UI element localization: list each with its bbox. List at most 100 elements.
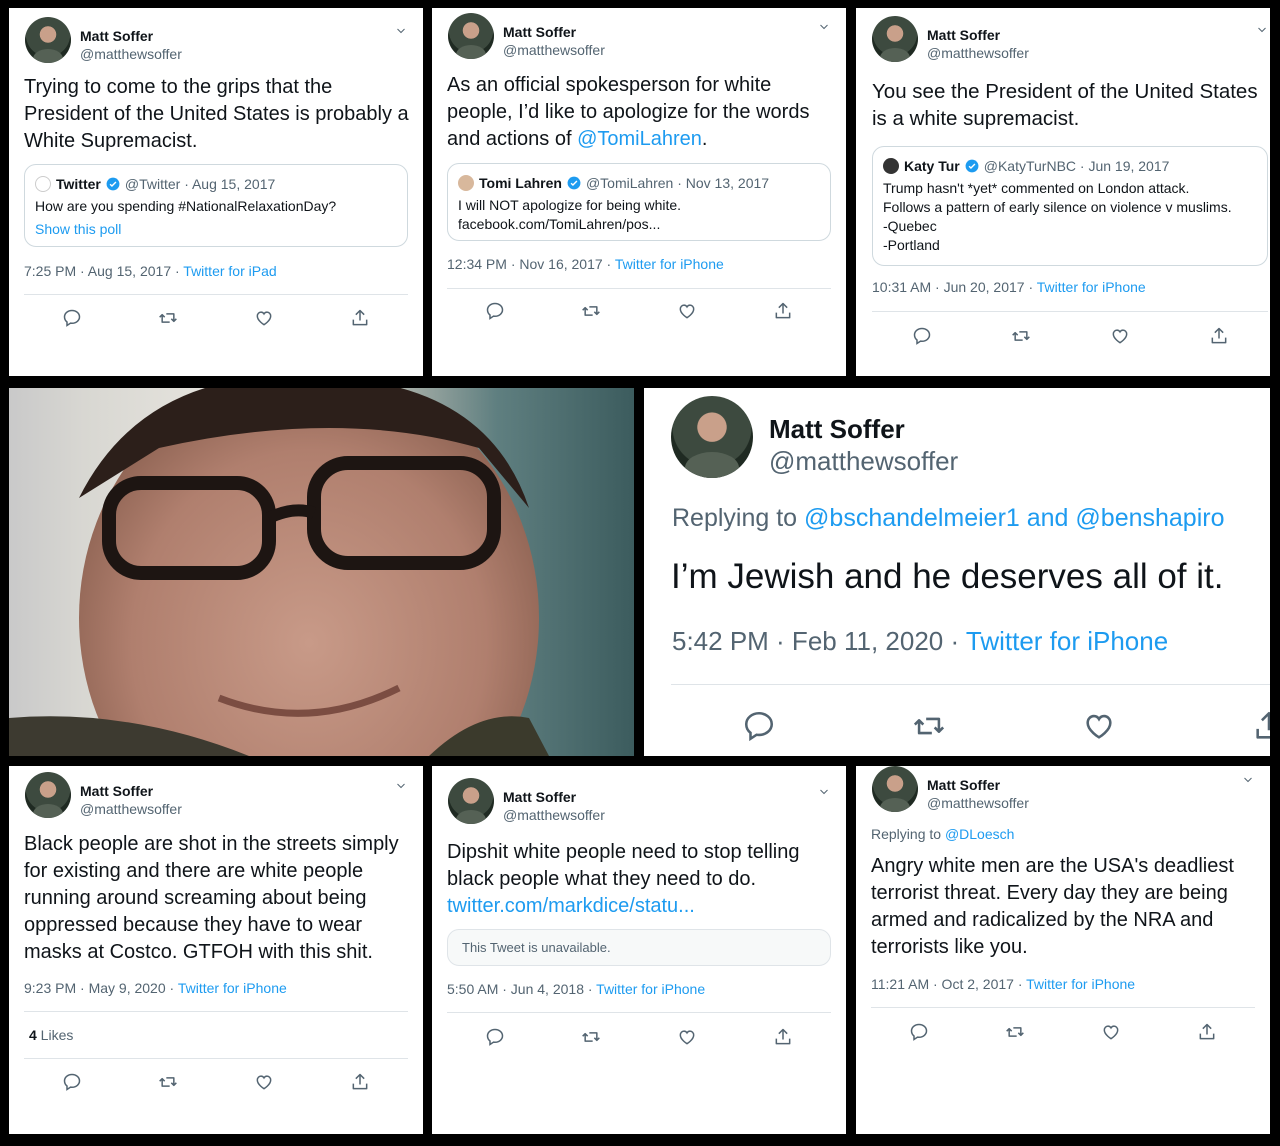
share-icon[interactable] bbox=[773, 1027, 793, 1047]
avatar[interactable] bbox=[448, 13, 494, 59]
retweet-icon[interactable] bbox=[1011, 326, 1031, 346]
author-handle[interactable]: @matthewsoffer bbox=[503, 807, 605, 823]
author-name[interactable]: Matt Soffer bbox=[769, 414, 905, 445]
share-icon[interactable] bbox=[1209, 326, 1229, 346]
avatar[interactable] bbox=[872, 16, 918, 62]
retweet-icon[interactable] bbox=[581, 1027, 601, 1047]
retweet-icon[interactable] bbox=[158, 1072, 178, 1092]
tweet-source-link[interactable]: Twitter for iPhone bbox=[1037, 279, 1146, 295]
reply-icon[interactable] bbox=[912, 326, 932, 346]
divider bbox=[24, 1011, 408, 1012]
chevron-down-icon[interactable] bbox=[395, 780, 407, 792]
author-name[interactable]: Matt Soffer bbox=[503, 789, 576, 805]
chevron-down-icon[interactable] bbox=[1242, 774, 1254, 786]
person-portrait-image bbox=[9, 388, 549, 756]
chevron-down-icon[interactable] bbox=[818, 21, 830, 33]
retweet-icon[interactable] bbox=[1005, 1022, 1025, 1042]
avatar[interactable] bbox=[25, 17, 71, 63]
action-bar bbox=[872, 324, 1268, 348]
like-icon[interactable] bbox=[254, 1072, 274, 1092]
tweet-card-3[interactable]: Matt Soffer @matthewsoffer You see the P… bbox=[856, 8, 1270, 376]
share-icon[interactable] bbox=[1252, 709, 1270, 743]
reply-icon[interactable] bbox=[909, 1022, 929, 1042]
tweet-card-7[interactable]: Matt Soffer @matthewsoffer Replying to @… bbox=[856, 766, 1270, 1134]
show-poll-link[interactable]: Show this poll bbox=[35, 220, 397, 239]
chevron-down-icon[interactable] bbox=[395, 25, 407, 37]
replying-to: Replying to @DLoesch bbox=[871, 826, 1014, 842]
avatar[interactable] bbox=[872, 766, 918, 812]
likes-count[interactable]: 4 Likes bbox=[29, 1027, 73, 1043]
retweet-icon[interactable] bbox=[912, 709, 946, 743]
like-icon[interactable] bbox=[1101, 1022, 1121, 1042]
tweet-card-2[interactable]: Matt Soffer @matthewsoffer As an officia… bbox=[432, 8, 846, 376]
action-bar bbox=[24, 1070, 408, 1094]
author-handle[interactable]: @matthewsoffer bbox=[769, 446, 958, 477]
tweet-text-end: . bbox=[701, 128, 708, 150]
author-name[interactable]: Matt Soffer bbox=[80, 28, 153, 44]
tweet-card-1[interactable]: Matt Soffer @matthewsoffer Trying to com… bbox=[9, 8, 423, 376]
author-handle[interactable]: @matthewsoffer bbox=[503, 42, 605, 58]
tweet-text: You see the President of the United Stat… bbox=[872, 80, 1258, 130]
quoted-avatar bbox=[458, 175, 474, 191]
reply-icon[interactable] bbox=[742, 709, 776, 743]
author-handle[interactable]: @matthewsoffer bbox=[80, 801, 182, 817]
chevron-down-icon[interactable] bbox=[818, 786, 830, 798]
like-icon[interactable] bbox=[677, 301, 697, 321]
tweet-text: Black people are shot in the streets sim… bbox=[24, 833, 399, 963]
mention-link[interactable]: @TomiLahren bbox=[577, 128, 702, 150]
retweet-icon[interactable] bbox=[581, 301, 601, 321]
quoted-tweet[interactable]: Twitter @Twitter · Aug 15, 2017 How are … bbox=[24, 164, 408, 247]
like-icon[interactable] bbox=[254, 308, 274, 328]
avatar[interactable] bbox=[25, 772, 71, 818]
avatar[interactable] bbox=[448, 778, 494, 824]
quoted-tweet[interactable]: Katy Tur @KatyTurNBC · Jun 19, 2017 Trum… bbox=[872, 146, 1268, 266]
time-date: 5:50 AM · Jun 4, 2018 · bbox=[447, 981, 597, 997]
chevron-down-icon[interactable] bbox=[1256, 24, 1268, 36]
reply-icon[interactable] bbox=[485, 1027, 505, 1047]
share-icon[interactable] bbox=[350, 1072, 370, 1092]
author-name[interactable]: Matt Soffer bbox=[927, 27, 1000, 43]
reply-icon[interactable] bbox=[62, 308, 82, 328]
author-handle[interactable]: @matthewsoffer bbox=[927, 45, 1029, 61]
reply-icon[interactable] bbox=[485, 301, 505, 321]
tweet-text: As an official spokesperson for white pe… bbox=[447, 72, 832, 153]
author-handle[interactable]: @matthewsoffer bbox=[80, 46, 182, 62]
tweet-text: Trying to come to the grips that the Pre… bbox=[24, 76, 409, 152]
tweet-card-5[interactable]: Matt Soffer @matthewsoffer Black people … bbox=[9, 766, 423, 1134]
tweet-header: Matt Soffer @matthewsoffer bbox=[25, 772, 407, 828]
action-bar bbox=[714, 708, 1270, 744]
author-name[interactable]: Matt Soffer bbox=[80, 783, 153, 799]
tweet-card-6[interactable]: Matt Soffer @matthewsoffer Dipshit white… bbox=[432, 766, 846, 1134]
author-name[interactable]: Matt Soffer bbox=[927, 777, 1000, 793]
retweet-icon[interactable] bbox=[158, 308, 178, 328]
like-icon[interactable] bbox=[677, 1027, 697, 1047]
replying-to-accounts[interactable]: @DLoesch bbox=[945, 826, 1014, 842]
divider bbox=[871, 1007, 1255, 1008]
tweet-source-link[interactable]: Twitter for iPhone bbox=[178, 980, 287, 996]
tweet-card-4[interactable]: Matt Soffer @matthewsoffer Replying to @… bbox=[644, 388, 1270, 756]
author-name[interactable]: Matt Soffer bbox=[503, 24, 576, 40]
quoted-meta: @Twitter · Aug 15, 2017 bbox=[124, 175, 276, 192]
tweet-url-link[interactable]: twitter.com/markdice/statu... bbox=[447, 893, 832, 920]
tweet-source-link[interactable]: Twitter for iPhone bbox=[596, 981, 705, 997]
tweet-timestamp: 12:34 PM · Nov 16, 2017 · Twitter for iP… bbox=[447, 256, 724, 272]
tweet-text: Dipshit white people need to stop tellin… bbox=[447, 839, 832, 920]
tweet-source-link[interactable]: Twitter for iPad bbox=[183, 263, 276, 279]
quoted-tweet[interactable]: Tomi Lahren @TomiLahren · Nov 13, 2017 I… bbox=[447, 163, 831, 241]
like-icon[interactable] bbox=[1082, 709, 1116, 743]
reply-icon[interactable] bbox=[62, 1072, 82, 1092]
like-icon[interactable] bbox=[1110, 326, 1130, 346]
share-icon[interactable] bbox=[773, 301, 793, 321]
share-icon[interactable] bbox=[1197, 1022, 1217, 1042]
tweet-text: I’m Jewish and he deserves all of it. bbox=[671, 557, 1224, 596]
tweet-source-link[interactable]: Twitter for iPhone bbox=[966, 626, 1168, 656]
action-bar bbox=[447, 1025, 831, 1049]
time-date: 12:34 PM · Nov 16, 2017 · bbox=[447, 256, 615, 272]
avatar[interactable] bbox=[671, 396, 753, 478]
tweet-source-link[interactable]: Twitter for iPhone bbox=[615, 256, 724, 272]
tweet-source-link[interactable]: Twitter for iPhone bbox=[1026, 976, 1135, 992]
replying-to-accounts[interactable]: @bschandelmeier1 and @benshapiro bbox=[804, 504, 1224, 532]
quoted-text: Trump hasn't *yet* commented on London a… bbox=[883, 180, 1232, 253]
share-icon[interactable] bbox=[350, 308, 370, 328]
author-handle[interactable]: @matthewsoffer bbox=[927, 795, 1029, 811]
